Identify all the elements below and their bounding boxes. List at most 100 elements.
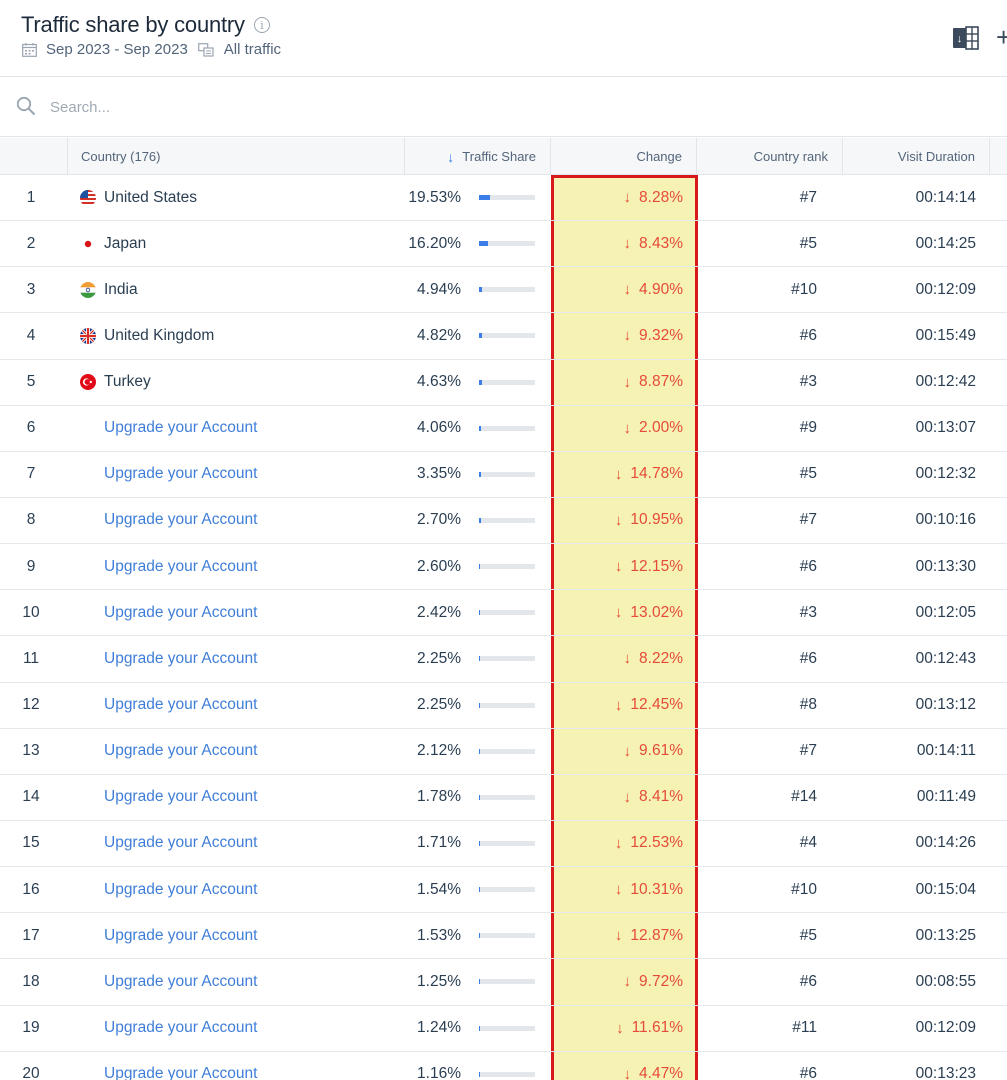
traffic-share-value: 16.20% [408, 234, 461, 252]
upgrade-account-link[interactable]: Upgrade your Account [80, 1065, 257, 1080]
row-index: 11 [22, 649, 40, 667]
traffic-share-cell: 1.53% [405, 913, 537, 958]
column-header-country-rank[interactable]: Country rank [697, 138, 843, 175]
upgrade-account-link[interactable]: Upgrade your Account [80, 973, 257, 991]
country-rank-value: #4 [799, 834, 817, 852]
change-value: 12.15% [630, 557, 683, 575]
column-header-visit-duration[interactable]: Visit Duration [843, 138, 990, 175]
search-icon [16, 96, 36, 116]
country-cell[interactable]: Upgrade your Account [80, 913, 400, 958]
table-row[interactable]: 4 United Kingdom 4.82% ↓ 9.32% #6 00:15:49 [0, 313, 1007, 360]
upgrade-account-link[interactable]: Upgrade your Account [80, 558, 257, 576]
table-row[interactable]: 3 India 4.94% ↓ 4.90% #10 00:12:09 [0, 267, 1007, 314]
row-index: 3 [26, 280, 36, 298]
arrow-down-icon: ↓ [614, 881, 623, 899]
table-row[interactable]: 15 Upgrade your Account 1.71% ↓ 12.53% #4 00:1… [0, 821, 1007, 868]
upgrade-account-link[interactable]: Upgrade your Account [80, 742, 257, 760]
country-cell[interactable]: Upgrade your Account [80, 544, 400, 589]
upgrade-account-link[interactable]: Upgrade your Account [80, 696, 257, 714]
table-row[interactable]: 18 Upgrade your Account 1.25% ↓ 9.72% #6 00:08… [0, 959, 1007, 1006]
country-cell[interactable]: Upgrade your Account [80, 1006, 400, 1051]
table-row[interactable]: 12 Upgrade your Account 2.25% ↓ 12.45% #8 00:1… [0, 683, 1007, 729]
table-row[interactable]: 17 Upgrade your Account 1.53% ↓ 12.87% #5 00:1… [0, 913, 1007, 960]
visit-duration-value: 00:12:42 [915, 373, 976, 391]
row-index: 17 [22, 926, 40, 944]
traffic-share-bar-fill [479, 887, 481, 893]
upgrade-account-link[interactable]: Upgrade your Account [80, 650, 257, 668]
country-cell: Japan [80, 221, 400, 266]
country-cell[interactable]: Upgrade your Account [80, 821, 400, 866]
traffic-share-cell: 1.78% [405, 775, 537, 820]
country-cell[interactable]: Upgrade your Account [80, 959, 400, 1004]
traffic-share-bar-fill [479, 933, 481, 939]
country-cell[interactable]: Upgrade your Account [80, 452, 400, 497]
country-rank-value: #7 [799, 742, 817, 760]
flag-gb-icon [80, 327, 96, 344]
traffic-share-bar [479, 333, 535, 339]
country-cell[interactable]: Upgrade your Account [80, 406, 400, 451]
country-rank-value: #6 [799, 649, 817, 667]
country-rank-value: #14 [791, 788, 817, 806]
row-index: 5 [26, 373, 36, 391]
table-row[interactable]: 13 Upgrade your Account 2.12% ↓ 9.61% #7 00:14… [0, 729, 1007, 775]
table-row[interactable]: 20 Upgrade your Account 1.16% ↓ 4.47% #6 00:13… [0, 1052, 1007, 1080]
add-icon[interactable]: + [996, 24, 1007, 50]
upgrade-account-link[interactable]: Upgrade your Account [80, 604, 257, 622]
country-cell[interactable]: Upgrade your Account [80, 636, 400, 681]
traffic-share-value: 2.70% [417, 511, 461, 529]
traffic-share-bar [479, 610, 535, 616]
upgrade-account-link[interactable]: Upgrade your Account [80, 511, 257, 529]
visit-duration-value: 00:12:09 [915, 1019, 976, 1037]
traffic-share-bar-fill [479, 564, 481, 570]
country-cell[interactable]: Upgrade your Account [80, 775, 400, 820]
traffic-share-bar [479, 840, 535, 846]
upgrade-account-link[interactable]: Upgrade your Account [80, 881, 257, 899]
visit-duration-value: 00:13:07 [915, 419, 976, 437]
column-header-change[interactable]: Change [551, 138, 697, 175]
search-input[interactable] [50, 94, 650, 120]
country-cell[interactable]: Upgrade your Account [80, 867, 400, 912]
visit-duration-value: 00:08:55 [915, 972, 976, 990]
traffic-share-cell: 2.25% [405, 683, 537, 728]
table-row[interactable]: 19 Upgrade your Account 1.24% ↓ 11.61% #11 00:… [0, 1006, 1007, 1052]
change-cell: ↓ 11.61% [551, 1006, 683, 1051]
table-row[interactable]: 7 Upgrade your Account 3.35% ↓ 14.78% #5 00:12… [0, 452, 1007, 498]
table-row[interactable]: 14 Upgrade your Account 1.78% ↓ 8.41% #14 00:1… [0, 775, 1007, 821]
country-cell: United States [80, 175, 400, 220]
table-row[interactable]: 2 Japan 16.20% ↓ 8.43% #5 00:14:25 [0, 221, 1007, 268]
widget-header: Traffic share by country i Sep 2023 - Se… [0, 0, 1007, 77]
traffic-share-bar-fill [479, 610, 481, 616]
arrow-down-icon: ↓ [623, 788, 632, 806]
table-row[interactable]: 5 Turkey 4.63% ↓ 8.87% #3 00:12:42 [0, 360, 1007, 406]
country-rank-value: #7 [799, 188, 817, 206]
excel-export-icon[interactable]: ↓ [952, 25, 979, 51]
traffic-share-bar-fill [479, 425, 482, 431]
traffic-share-cell: 1.25% [405, 959, 537, 1004]
upgrade-account-link[interactable]: Upgrade your Account [80, 1019, 257, 1037]
table-row[interactable]: 16 Upgrade your Account 1.54% ↓ 10.31% #10 00:… [0, 867, 1007, 914]
row-index: 1 [26, 188, 36, 206]
upgrade-account-link[interactable]: Upgrade your Account [80, 788, 257, 806]
country-cell[interactable]: Upgrade your Account [80, 1052, 400, 1080]
table-row[interactable]: 6 Upgrade your Account 4.06% ↓ 2.00% #9 00:13:… [0, 406, 1007, 452]
traffic-share-bar-fill [479, 517, 481, 523]
column-header-country[interactable]: Country (176) [67, 138, 405, 175]
table-row[interactable]: 9 Upgrade your Account 2.60% ↓ 12.15% #6 00:13… [0, 544, 1007, 591]
info-icon[interactable]: i [253, 17, 270, 33]
country-cell[interactable]: Upgrade your Account [80, 498, 400, 543]
upgrade-account-link[interactable]: Upgrade your Account [80, 834, 257, 852]
upgrade-account-link[interactable]: Upgrade your Account [80, 419, 257, 437]
flag-us-icon [80, 189, 96, 206]
table-row[interactable]: 10 Upgrade your Account 2.42% ↓ 13.02% #3 00:1… [0, 590, 1007, 637]
upgrade-account-link[interactable]: Upgrade your Account [80, 927, 257, 945]
table-row[interactable]: 1 United States 19.53% ↓ 8.28% #7 00:14:14 [0, 175, 1007, 222]
country-cell[interactable]: Upgrade your Account [80, 729, 400, 774]
upgrade-account-link[interactable]: Upgrade your Account [80, 465, 257, 483]
country-rank-value: #3 [799, 373, 817, 391]
table-row[interactable]: 11 Upgrade your Account 2.25% ↓ 8.22% #6 00:12… [0, 636, 1007, 683]
country-cell[interactable]: Upgrade your Account [80, 683, 400, 728]
country-rank-value: #11 [792, 1019, 817, 1037]
country-cell[interactable]: Upgrade your Account [80, 590, 400, 635]
table-row[interactable]: 8 Upgrade your Account 2.70% ↓ 10.95% #7 00:10… [0, 498, 1007, 545]
column-header-traffic-share[interactable]: ↓ Traffic Share [405, 138, 551, 175]
